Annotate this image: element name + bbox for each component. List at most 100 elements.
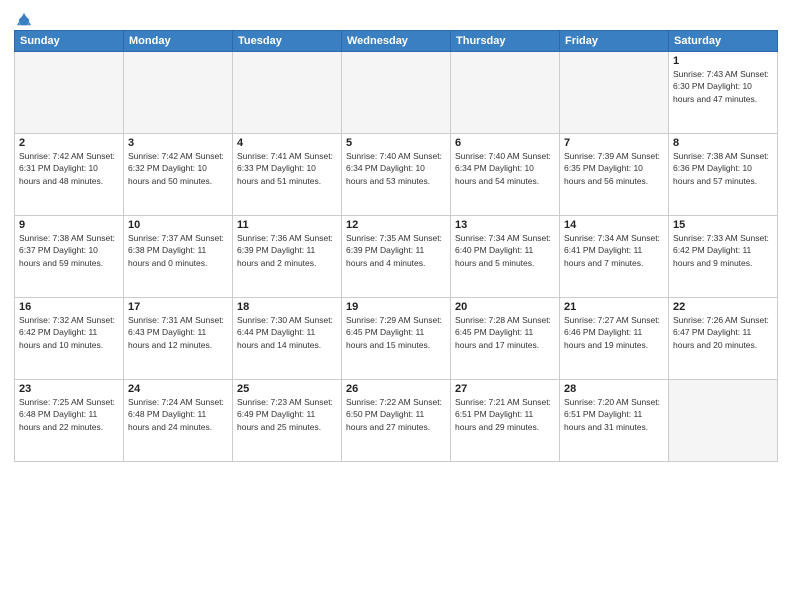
calendar-cell: 19Sunrise: 7:29 AM Sunset: 6:45 PM Dayli… [342,298,451,380]
day-info: Sunrise: 7:36 AM Sunset: 6:39 PM Dayligh… [237,232,337,269]
day-number: 5 [346,137,446,149]
day-number: 10 [128,219,228,231]
day-number: 2 [19,137,119,149]
day-number: 25 [237,383,337,395]
calendar-cell: 27Sunrise: 7:21 AM Sunset: 6:51 PM Dayli… [451,380,560,462]
day-number: 20 [455,301,555,313]
day-info: Sunrise: 7:35 AM Sunset: 6:39 PM Dayligh… [346,232,446,269]
calendar-cell: 24Sunrise: 7:24 AM Sunset: 6:48 PM Dayli… [124,380,233,462]
calendar-cell: 8Sunrise: 7:38 AM Sunset: 6:36 PM Daylig… [669,134,778,216]
calendar-cell: 18Sunrise: 7:30 AM Sunset: 6:44 PM Dayli… [233,298,342,380]
day-info: Sunrise: 7:41 AM Sunset: 6:33 PM Dayligh… [237,150,337,187]
calendar-table: SundayMondayTuesdayWednesdayThursdayFrid… [14,30,778,462]
calendar-cell: 15Sunrise: 7:33 AM Sunset: 6:42 PM Dayli… [669,216,778,298]
day-info: Sunrise: 7:30 AM Sunset: 6:44 PM Dayligh… [237,314,337,351]
day-number: 19 [346,301,446,313]
calendar-week-4: 16Sunrise: 7:32 AM Sunset: 6:42 PM Dayli… [15,298,778,380]
calendar-header-wednesday: Wednesday [342,31,451,52]
calendar-cell [451,52,560,134]
calendar-header-sunday: Sunday [15,31,124,52]
day-number: 28 [564,383,664,395]
day-info: Sunrise: 7:40 AM Sunset: 6:34 PM Dayligh… [455,150,555,187]
day-number: 12 [346,219,446,231]
day-info: Sunrise: 7:32 AM Sunset: 6:42 PM Dayligh… [19,314,119,351]
day-info: Sunrise: 7:26 AM Sunset: 6:47 PM Dayligh… [673,314,773,351]
day-number: 3 [128,137,228,149]
calendar-cell: 23Sunrise: 7:25 AM Sunset: 6:48 PM Dayli… [15,380,124,462]
calendar-cell: 20Sunrise: 7:28 AM Sunset: 6:45 PM Dayli… [451,298,560,380]
calendar-cell: 21Sunrise: 7:27 AM Sunset: 6:46 PM Dayli… [560,298,669,380]
calendar-cell: 7Sunrise: 7:39 AM Sunset: 6:35 PM Daylig… [560,134,669,216]
day-info: Sunrise: 7:31 AM Sunset: 6:43 PM Dayligh… [128,314,228,351]
day-number: 14 [564,219,664,231]
day-info: Sunrise: 7:38 AM Sunset: 6:36 PM Dayligh… [673,150,773,187]
day-number: 7 [564,137,664,149]
calendar-cell [233,52,342,134]
calendar-cell: 5Sunrise: 7:40 AM Sunset: 6:34 PM Daylig… [342,134,451,216]
calendar-cell [669,380,778,462]
logo [14,10,33,24]
calendar-cell: 17Sunrise: 7:31 AM Sunset: 6:43 PM Dayli… [124,298,233,380]
day-info: Sunrise: 7:23 AM Sunset: 6:49 PM Dayligh… [237,396,337,433]
day-number: 9 [19,219,119,231]
day-number: 11 [237,219,337,231]
header [14,10,778,24]
calendar-cell [124,52,233,134]
calendar-week-1: 1Sunrise: 7:43 AM Sunset: 6:30 PM Daylig… [15,52,778,134]
day-number: 18 [237,301,337,313]
day-number: 15 [673,219,773,231]
calendar-cell: 3Sunrise: 7:42 AM Sunset: 6:32 PM Daylig… [124,134,233,216]
calendar-cell: 28Sunrise: 7:20 AM Sunset: 6:51 PM Dayli… [560,380,669,462]
calendar-header-monday: Monday [124,31,233,52]
day-info: Sunrise: 7:25 AM Sunset: 6:48 PM Dayligh… [19,396,119,433]
calendar-cell: 12Sunrise: 7:35 AM Sunset: 6:39 PM Dayli… [342,216,451,298]
calendar-header-friday: Friday [560,31,669,52]
calendar-cell: 10Sunrise: 7:37 AM Sunset: 6:38 PM Dayli… [124,216,233,298]
day-info: Sunrise: 7:38 AM Sunset: 6:37 PM Dayligh… [19,232,119,269]
calendar-cell: 25Sunrise: 7:23 AM Sunset: 6:49 PM Dayli… [233,380,342,462]
day-number: 17 [128,301,228,313]
day-info: Sunrise: 7:20 AM Sunset: 6:51 PM Dayligh… [564,396,664,433]
day-number: 4 [237,137,337,149]
calendar-cell: 16Sunrise: 7:32 AM Sunset: 6:42 PM Dayli… [15,298,124,380]
day-number: 6 [455,137,555,149]
calendar-cell: 6Sunrise: 7:40 AM Sunset: 6:34 PM Daylig… [451,134,560,216]
day-info: Sunrise: 7:34 AM Sunset: 6:41 PM Dayligh… [564,232,664,269]
day-info: Sunrise: 7:42 AM Sunset: 6:31 PM Dayligh… [19,150,119,187]
day-info: Sunrise: 7:34 AM Sunset: 6:40 PM Dayligh… [455,232,555,269]
day-info: Sunrise: 7:37 AM Sunset: 6:38 PM Dayligh… [128,232,228,269]
day-info: Sunrise: 7:39 AM Sunset: 6:35 PM Dayligh… [564,150,664,187]
calendar-cell: 13Sunrise: 7:34 AM Sunset: 6:40 PM Dayli… [451,216,560,298]
day-info: Sunrise: 7:33 AM Sunset: 6:42 PM Dayligh… [673,232,773,269]
calendar-cell: 4Sunrise: 7:41 AM Sunset: 6:33 PM Daylig… [233,134,342,216]
calendar-header-tuesday: Tuesday [233,31,342,52]
calendar-cell: 22Sunrise: 7:26 AM Sunset: 6:47 PM Dayli… [669,298,778,380]
day-number: 1 [673,55,773,67]
calendar-cell: 14Sunrise: 7:34 AM Sunset: 6:41 PM Dayli… [560,216,669,298]
day-info: Sunrise: 7:43 AM Sunset: 6:30 PM Dayligh… [673,68,773,105]
calendar-header-row: SundayMondayTuesdayWednesdayThursdayFrid… [15,31,778,52]
calendar-week-3: 9Sunrise: 7:38 AM Sunset: 6:37 PM Daylig… [15,216,778,298]
day-number: 21 [564,301,664,313]
calendar-week-2: 2Sunrise: 7:42 AM Sunset: 6:31 PM Daylig… [15,134,778,216]
day-info: Sunrise: 7:29 AM Sunset: 6:45 PM Dayligh… [346,314,446,351]
day-info: Sunrise: 7:27 AM Sunset: 6:46 PM Dayligh… [564,314,664,351]
day-number: 16 [19,301,119,313]
calendar-week-5: 23Sunrise: 7:25 AM Sunset: 6:48 PM Dayli… [15,380,778,462]
day-number: 23 [19,383,119,395]
day-number: 27 [455,383,555,395]
day-number: 22 [673,301,773,313]
day-number: 8 [673,137,773,149]
day-info: Sunrise: 7:40 AM Sunset: 6:34 PM Dayligh… [346,150,446,187]
logo-icon [15,10,33,28]
calendar-cell: 1Sunrise: 7:43 AM Sunset: 6:30 PM Daylig… [669,52,778,134]
day-info: Sunrise: 7:42 AM Sunset: 6:32 PM Dayligh… [128,150,228,187]
day-number: 24 [128,383,228,395]
calendar-cell [15,52,124,134]
calendar-cell: 11Sunrise: 7:36 AM Sunset: 6:39 PM Dayli… [233,216,342,298]
calendar-cell: 26Sunrise: 7:22 AM Sunset: 6:50 PM Dayli… [342,380,451,462]
day-info: Sunrise: 7:24 AM Sunset: 6:48 PM Dayligh… [128,396,228,433]
calendar-header-saturday: Saturday [669,31,778,52]
calendar-cell: 9Sunrise: 7:38 AM Sunset: 6:37 PM Daylig… [15,216,124,298]
day-number: 26 [346,383,446,395]
